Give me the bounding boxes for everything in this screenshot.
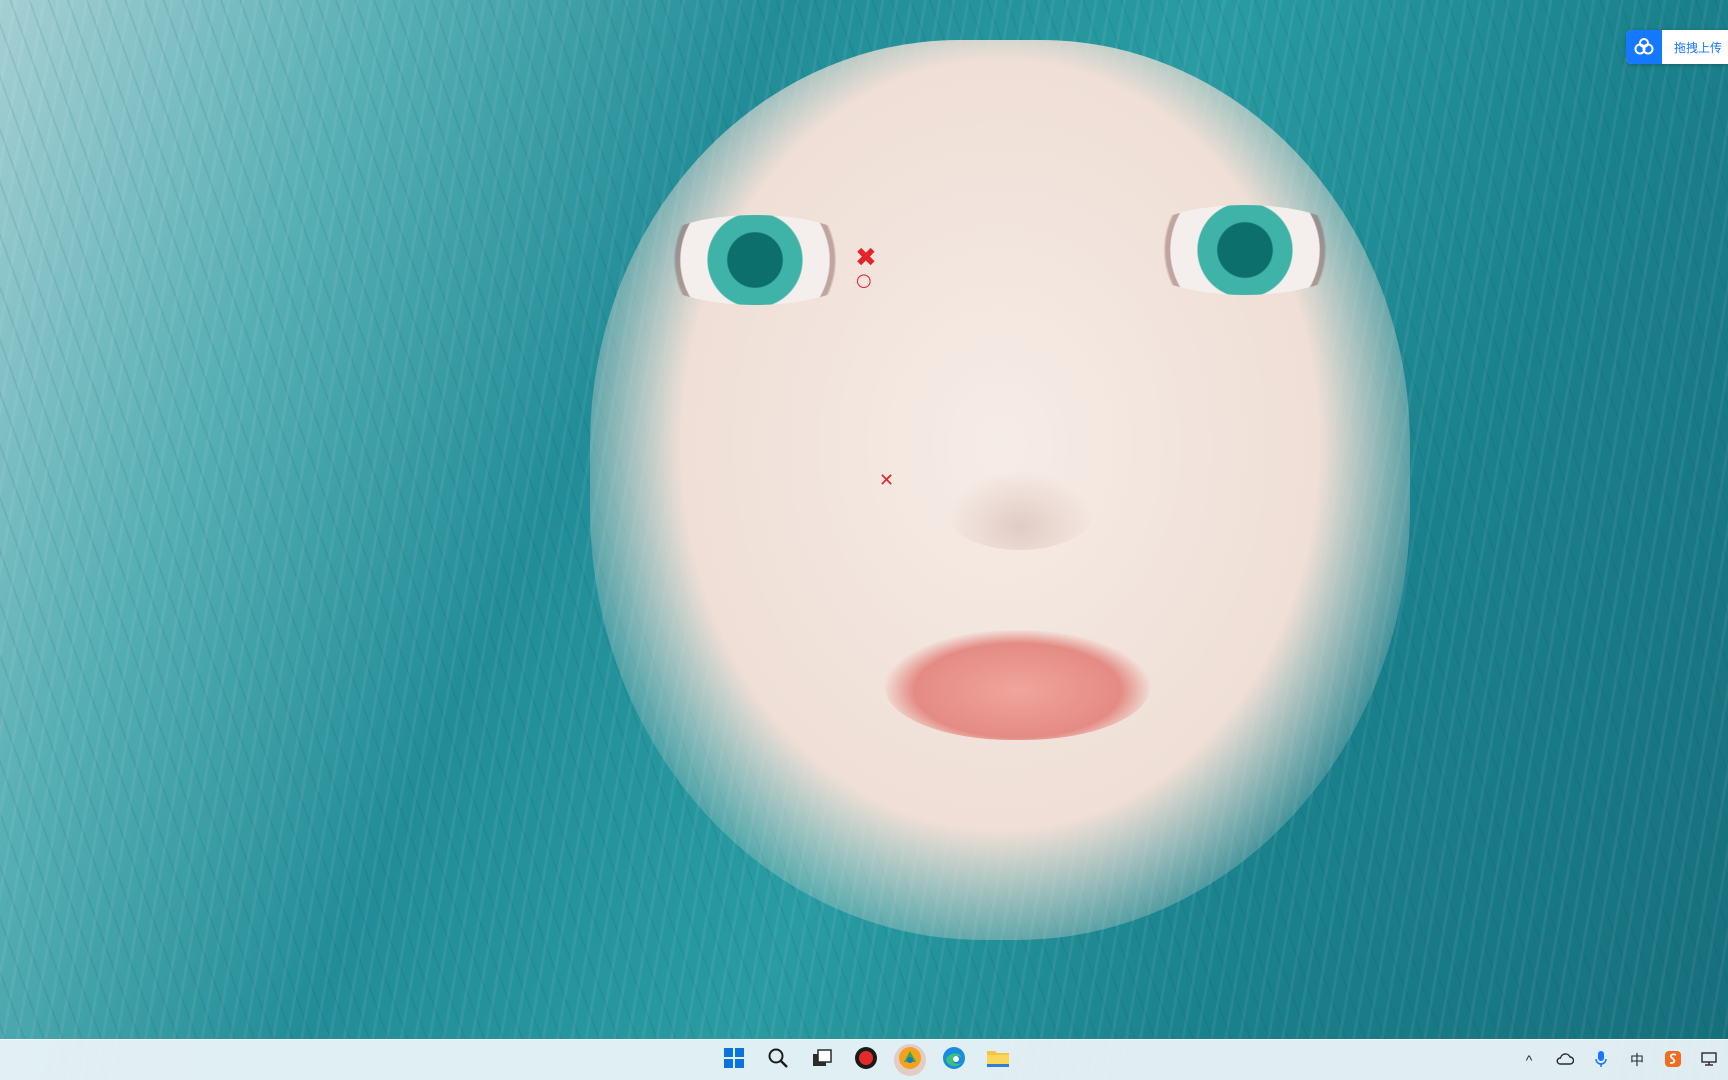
ime-indicator: 中 bbox=[1630, 1052, 1644, 1068]
overlay-circle-marker: ○ bbox=[856, 270, 872, 291]
wallpaper-lips bbox=[885, 630, 1150, 740]
chevron-up-icon: ^ bbox=[1525, 1052, 1533, 1068]
tray-sogou[interactable] bbox=[1660, 1046, 1686, 1074]
search-button[interactable] bbox=[762, 1044, 794, 1076]
record-icon bbox=[854, 1046, 878, 1075]
file-explorer[interactable] bbox=[982, 1044, 1014, 1076]
drag-upload-widget[interactable]: 拖拽上传 bbox=[1625, 30, 1728, 64]
taskbar-pinned-apps bbox=[718, 1040, 1014, 1080]
app-icon bbox=[898, 1046, 922, 1075]
overlay-cross-marker: ✖ bbox=[855, 243, 877, 273]
sogou-icon bbox=[1664, 1050, 1682, 1071]
wallpaper-right-eye bbox=[1130, 205, 1360, 295]
wallpaper-hair-texture bbox=[0, 0, 1728, 1080]
wallpaper-left-eye bbox=[640, 215, 870, 305]
baidu-netdisk-icon[interactable] bbox=[1625, 30, 1662, 64]
wallpaper-nose bbox=[945, 470, 1095, 550]
task-view-button[interactable] bbox=[806, 1044, 838, 1076]
cloud-icon bbox=[1556, 1052, 1575, 1069]
tray-network[interactable] bbox=[1696, 1046, 1722, 1074]
tray-chevron[interactable]: ^ bbox=[1516, 1046, 1542, 1074]
windows-logo-icon bbox=[723, 1047, 745, 1074]
edge-browser[interactable] bbox=[938, 1044, 970, 1076]
tray-ime[interactable]: 中 bbox=[1624, 1046, 1650, 1074]
tray-microphone[interactable] bbox=[1588, 1046, 1614, 1074]
system-tray: ^ 中 bbox=[1516, 1040, 1728, 1080]
network-icon bbox=[1700, 1051, 1718, 1070]
task-view-icon bbox=[811, 1047, 833, 1074]
start-button[interactable] bbox=[718, 1044, 750, 1076]
app-round[interactable] bbox=[894, 1044, 926, 1076]
drag-upload-label[interactable]: 拖拽上传 bbox=[1662, 39, 1728, 56]
overlay-small-cross-marker: ✕ bbox=[879, 470, 895, 491]
recorder-app[interactable] bbox=[850, 1044, 882, 1076]
edge-icon bbox=[942, 1046, 966, 1075]
search-icon bbox=[767, 1047, 789, 1074]
desktop[interactable]: ✖ ○ ✕ 拖拽上传 ^ 中 bbox=[0, 0, 1728, 1080]
microphone-icon bbox=[1594, 1050, 1608, 1071]
taskbar: ^ 中 bbox=[0, 1039, 1728, 1080]
tray-cloud[interactable] bbox=[1552, 1046, 1578, 1074]
folder-icon bbox=[986, 1047, 1010, 1074]
